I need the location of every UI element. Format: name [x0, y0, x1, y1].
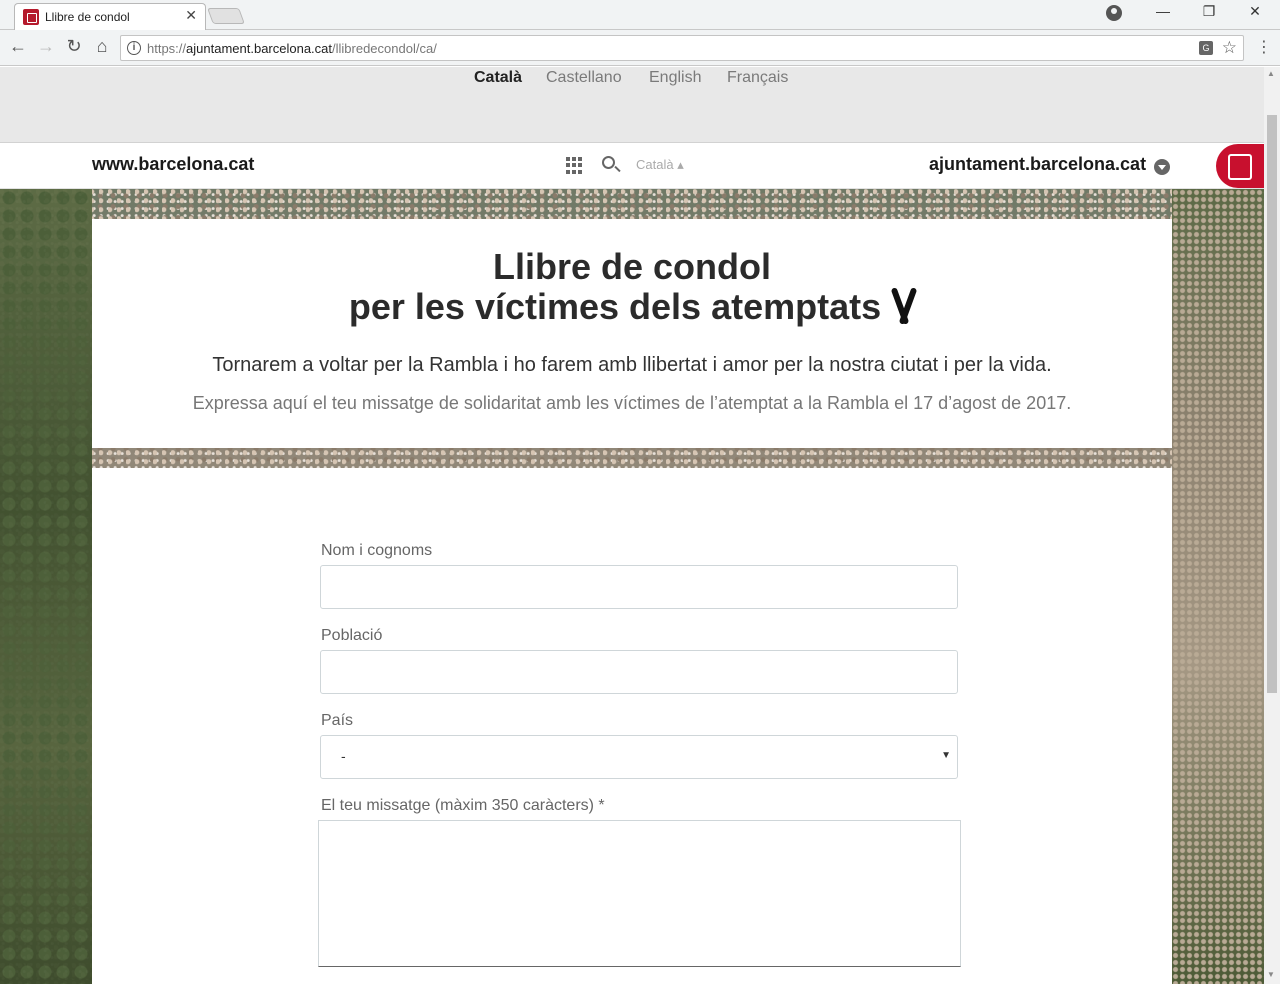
browser-toolbar: ← → ↻ ⌂ i https://ajuntament.barcelona.c… [0, 30, 1280, 66]
reload-button[interactable]: ↻ [62, 36, 86, 57]
condolence-form: Nom i cognoms Població País - ▼ El teu m… [92, 468, 1172, 984]
info-icon[interactable]: i [127, 41, 141, 55]
tab-strip: Llibre de condol ✕ — ❐ ✕ [0, 0, 1280, 30]
search-icon[interactable] [602, 156, 615, 169]
name-label: Nom i cognoms [321, 542, 433, 559]
scroll-thumb[interactable] [1267, 115, 1277, 693]
name-field[interactable] [320, 565, 958, 609]
site-header: www.barcelona.cat Català ▴ ajuntament.ba… [0, 143, 1264, 189]
ajuntament-logo[interactable] [1216, 144, 1264, 188]
title-line-1: Llibre de condol [492, 246, 771, 287]
message-label: El teu missatge (màxim 350 caràcters) * [321, 797, 605, 814]
country-label: País [321, 712, 354, 729]
restore-button[interactable]: ❐ [1194, 3, 1224, 20]
chevron-down-icon[interactable] [1154, 159, 1170, 175]
url-text[interactable]: https://ajuntament.barcelona.cat/llibred… [147, 41, 437, 56]
title-line-2: per les víctimes dels atemptats [348, 286, 882, 327]
favicon-icon [23, 9, 39, 25]
scroll-down-icon[interactable]: ▼ [1267, 970, 1275, 979]
language-bar: Català Castellano English Français [0, 67, 1264, 143]
town-field[interactable] [320, 650, 958, 694]
trees-right-image [1172, 189, 1264, 984]
page-subtitle: Tornarem a voltar per la Rambla i ho far… [212, 354, 1052, 376]
town-label: Població [321, 627, 383, 644]
lang-castellano[interactable]: Castellano [546, 69, 622, 87]
ajuntament-link[interactable]: ajuntament.barcelona.cat [929, 154, 1146, 175]
lang-english[interactable]: English [649, 69, 701, 87]
page-scrollbar[interactable]: ▲ ▼ [1264, 67, 1280, 984]
scroll-up-icon[interactable]: ▲ [1267, 69, 1275, 78]
back-button[interactable]: ← [6, 36, 30, 57]
trees-left-image [0, 189, 92, 984]
lang-francais[interactable]: Français [727, 69, 788, 87]
home-button[interactable]: ⌂ [90, 36, 114, 57]
browser-tab[interactable]: Llibre de condol ✕ [14, 3, 206, 30]
message-textarea[interactable] [318, 820, 961, 967]
header-card: Llibre de condol per les víctimes dels a… [92, 219, 1172, 448]
country-select[interactable]: - ▼ [320, 735, 958, 779]
country-select-value: - [341, 748, 346, 764]
language-select[interactable]: Català ▴ [636, 157, 684, 173]
mourning-ribbon-icon [893, 287, 915, 325]
profile-icon[interactable] [1106, 5, 1122, 21]
tab-title: Llibre de condol [45, 10, 130, 24]
page-subtext: Expressa aquí el teu missatge de solidar… [192, 393, 1072, 413]
bookmark-star-icon[interactable]: ☆ [1222, 38, 1237, 58]
page-viewport: Català Castellano English Français www.b… [0, 67, 1264, 984]
minimize-button[interactable]: — [1148, 3, 1178, 19]
lang-catala[interactable]: Català [474, 69, 522, 87]
translate-icon[interactable]: G [1199, 41, 1213, 55]
page-title: Llibre de condol per les víctimes dels a… [92, 247, 1172, 327]
window-close-button[interactable]: ✕ [1240, 3, 1270, 20]
select-arrow-icon: ▼ [941, 750, 951, 761]
tab-close-icon[interactable]: ✕ [185, 7, 197, 24]
browser-menu-icon[interactable]: ⋮ [1256, 37, 1272, 57]
apps-grid-icon[interactable] [566, 157, 583, 174]
address-bar[interactable]: i https://ajuntament.barcelona.cat/llibr… [120, 35, 1244, 61]
forward-button[interactable]: → [34, 36, 58, 57]
barcelona-link[interactable]: www.barcelona.cat [92, 154, 254, 175]
new-tab-button[interactable] [207, 8, 245, 24]
